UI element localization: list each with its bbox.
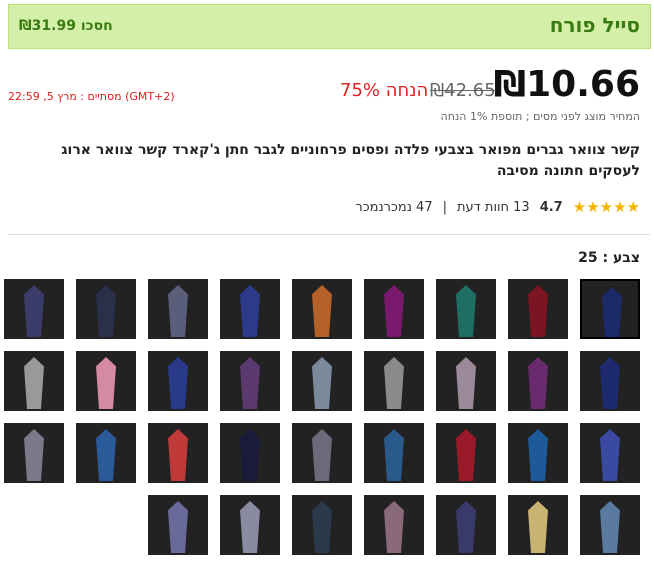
color-swatch[interactable] [292,495,352,555]
color-swatch[interactable] [508,279,568,339]
color-swatch[interactable] [364,423,424,483]
color-swatch[interactable] [220,279,280,339]
color-swatch[interactable] [364,495,424,555]
tie-icon [456,357,476,409]
color-swatch[interactable] [148,495,208,555]
tie-icon [240,429,260,481]
tie-icon [312,357,332,409]
color-swatch[interactable] [580,495,640,555]
rating-row: ★★★★★ 4.7 13 חוות דעת | 47 נמכרנמכר [355,198,640,216]
tie-icon [240,501,260,553]
sale-end-time: מסתיים : מרץ 5, 22:59 (GMT+2) [8,90,175,103]
color-swatch[interactable] [436,495,496,555]
star-icon: ★ [626,198,640,216]
tax-note: המחיר מוצג לפני מסים ; תוספת 1% הנחה [440,110,640,123]
tie-icon [96,357,116,409]
color-swatch[interactable] [148,423,208,483]
tie-icon [528,357,548,409]
color-label: צבע : 25 [578,250,640,266]
tie-icon [456,429,476,481]
tie-icon [384,429,404,481]
color-swatch[interactable] [4,423,64,483]
tie-icon [600,357,620,409]
rating-score: 4.7 [539,199,563,215]
color-swatch[interactable] [580,423,640,483]
color-swatch[interactable] [364,279,424,339]
product-title: קשר צוואר גברים מפואר בצבעי פלדה ופסים פ… [61,142,640,179]
tie-icon [384,357,404,409]
color-swatch[interactable] [508,495,568,555]
color-swatch[interactable] [580,279,640,339]
tie-icon [168,285,188,337]
original-price: ₪42.65 [430,80,496,101]
sold-count: 47 נמכרנמכר [355,199,433,215]
tie-icon [528,285,548,337]
star-icon: ★ [599,198,614,216]
star-icon: ★ [586,198,600,216]
color-swatch[interactable] [4,279,64,339]
tie-icon [384,285,404,337]
color-swatch[interactable] [4,351,64,411]
tie-icon [528,501,548,553]
color-swatch[interactable] [76,279,136,339]
rating-stars: ★★★★★ [573,198,640,216]
tie-icon [312,285,332,337]
tie-icon [240,357,260,409]
tie-icon [24,285,44,337]
sale-banner: סייל פורח חסכו ₪31.99 [8,4,651,49]
color-swatch[interactable] [508,351,568,411]
tie-icon [528,429,548,481]
tie-icon [96,429,116,481]
color-swatch[interactable] [148,279,208,339]
tie-icon [96,285,116,337]
tie-icon [600,501,620,553]
discount-label: 75% הנחה [340,80,429,101]
color-swatch[interactable] [508,423,568,483]
reviews-link[interactable]: 13 חוות דעת [457,200,530,215]
color-swatch[interactable] [292,351,352,411]
banner-save: חסכו ₪31.99 [19,18,113,34]
tie-icon [168,357,188,409]
star-icon: ★ [613,198,627,216]
tie-icon [600,429,620,481]
tie-icon [456,501,476,553]
tie-icon [384,501,404,553]
tie-icon [456,285,476,337]
tie-icon [312,429,332,481]
color-swatch[interactable] [364,351,424,411]
tie-icon [24,357,44,409]
color-swatch[interactable] [436,423,496,483]
color-swatch[interactable] [580,351,640,411]
color-swatch[interactable] [220,495,280,555]
tie-icon [24,429,44,481]
current-price: ₪10.66 [493,64,640,105]
divider-line [8,234,650,235]
color-swatch[interactable] [436,351,496,411]
color-swatch[interactable] [220,423,280,483]
color-swatch[interactable] [148,351,208,411]
tie-icon [240,285,260,337]
banner-title: סייל פורח [549,13,640,37]
color-swatch[interactable] [436,279,496,339]
color-swatch[interactable] [292,423,352,483]
tie-icon [602,287,622,337]
star-icon: ★ [572,198,587,216]
divider: | [442,199,447,215]
color-swatch[interactable] [292,279,352,339]
color-swatch[interactable] [76,423,136,483]
tie-icon [168,429,188,481]
color-swatch[interactable] [76,351,136,411]
tie-icon [312,501,332,553]
tie-icon [168,501,188,553]
color-swatch[interactable] [220,351,280,411]
